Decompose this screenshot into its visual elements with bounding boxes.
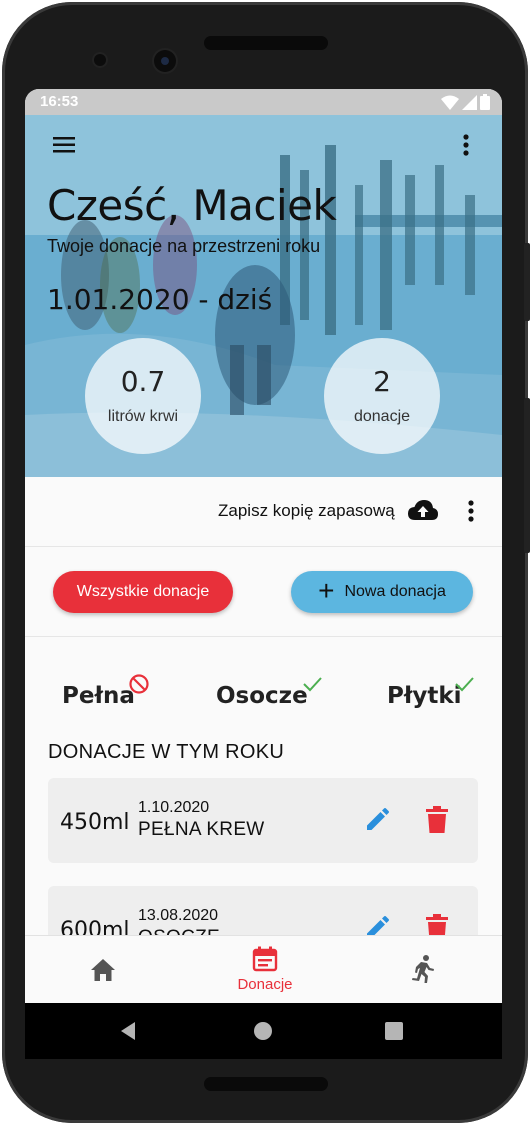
system-navigation-bar [25, 1003, 502, 1059]
app-screen: 16:53 Cześć, Maciek Twoje donacje na prz… [25, 89, 502, 1003]
hamburger-menu-icon[interactable] [51, 131, 79, 159]
stat-blood-liters: 0.7 litrów krwi [85, 338, 201, 454]
status-icons [441, 94, 490, 110]
blocked-icon [129, 674, 149, 694]
check-icon [303, 677, 322, 692]
donation-type: PEŁNA KREW [138, 819, 265, 840]
front-sensor [94, 54, 106, 66]
backup-label: Zapisz kopię zapasową [218, 501, 395, 520]
greeting-title: Cześć, Maciek [47, 181, 337, 230]
more-vert-icon[interactable] [461, 496, 481, 526]
type-whole-blood: Pełna [62, 683, 135, 709]
nav-item-label: Donacje [237, 976, 293, 993]
greeting-subtitle: Twoje donacje na przestrzeni roku [47, 236, 321, 256]
status-time: 16:53 [40, 93, 79, 110]
signal-icon [462, 94, 477, 110]
status-bar: 16:53 [25, 89, 502, 115]
stat-donation-count: 2 donacje [324, 338, 440, 454]
wifi-icon [441, 95, 459, 110]
volume-button [524, 398, 530, 553]
home-icon[interactable] [89, 956, 117, 984]
type-plasma: Osocze [216, 683, 308, 709]
recent-apps-icon[interactable] [385, 1022, 403, 1040]
actions-row: Wszystkie donacje + Nowa donacja [25, 547, 502, 637]
running-icon[interactable] [408, 954, 436, 984]
donation-date: 1.10.2020 [138, 799, 210, 816]
check-icon [455, 677, 474, 692]
delete-icon[interactable] [425, 806, 449, 834]
donation-date: 13.08.2020 [138, 907, 219, 924]
donation-card[interactable]: 450ml 1.10.2020 PEŁNA KREW [48, 778, 478, 863]
plus-icon: + [318, 574, 335, 606]
stat-value: 0.7 [120, 365, 166, 398]
bottom-speaker [204, 1077, 328, 1091]
back-icon[interactable] [119, 1021, 139, 1041]
stat-label: litrów krwi [107, 408, 179, 425]
section-title: DONACJE W TYM ROKU [48, 741, 285, 763]
backup-row: Zapisz kopię zapasową [25, 477, 502, 547]
stat-label: donacje [353, 408, 411, 425]
date-range: 1.01.2020 - dziś [47, 283, 273, 316]
donation-amount: 450ml [60, 810, 130, 835]
front-camera [154, 50, 176, 72]
type-platelets: Płytki [387, 683, 462, 709]
cloud-upload-icon[interactable] [407, 496, 439, 526]
edit-icon[interactable] [364, 807, 390, 833]
more-vert-icon[interactable] [456, 131, 476, 159]
new-donation-label: Nowa donacja [344, 583, 446, 600]
new-donation-button[interactable]: + Nowa donacja [291, 571, 473, 613]
system-home-icon[interactable] [254, 1022, 272, 1040]
all-donations-button[interactable]: Wszystkie donacje [53, 571, 233, 613]
battery-icon [480, 94, 490, 110]
header-banner: Cześć, Maciek Twoje donacje na przestrze… [25, 115, 502, 477]
donation-types: Pełna Osocze Płytki [25, 637, 502, 727]
earpiece-speaker [204, 36, 328, 50]
stat-value: 2 [373, 365, 391, 398]
bottom-navigation: Donacje [25, 935, 502, 1003]
nav-item-donations[interactable]: Donacje [225, 946, 305, 996]
calendar-icon [252, 946, 278, 972]
power-button [524, 243, 530, 321]
